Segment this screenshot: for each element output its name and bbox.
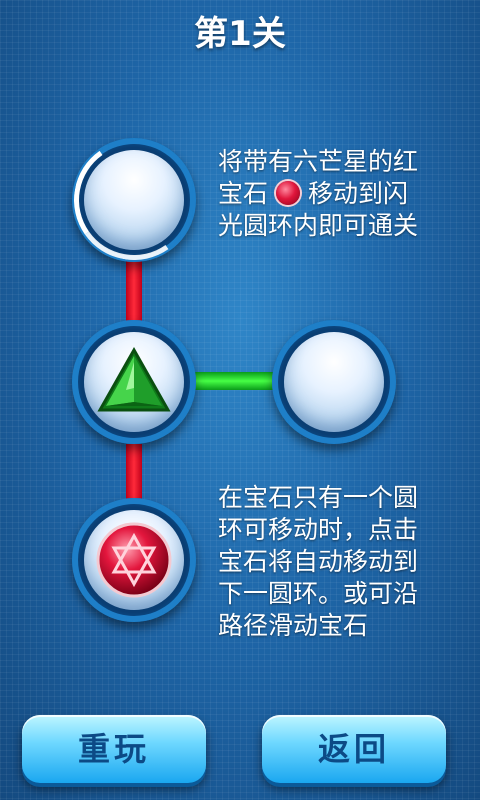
ring-node-right[interactable] — [272, 320, 396, 444]
instruction-hint: 在宝石只有一个圆环可移动时，点击宝石将自动移动到下一圆环。或可沿路径滑动宝石 — [218, 483, 419, 640]
goal-hint: 将带有六芒星的红宝石 移动到闪光圆环内即可通关 — [218, 146, 418, 242]
path-middle-right — [192, 372, 282, 390]
target-ring-node[interactable] — [64, 130, 204, 270]
background-pattern — [0, 0, 480, 800]
replay-button[interactable]: 重玩 — [22, 715, 206, 783]
level-title: 第1关 — [194, 14, 286, 54]
node-sphere — [284, 332, 384, 432]
ring-node-middle[interactable] — [72, 320, 196, 444]
path-middle-bottom — [126, 444, 142, 506]
ruby-icon — [276, 181, 301, 205]
red-hexagram-ruby[interactable] — [84, 510, 184, 610]
green-triangle-gem[interactable] — [84, 332, 184, 432]
path-top-middle — [126, 258, 142, 328]
back-button[interactable]: 返回 — [262, 715, 446, 783]
ring-node-bottom[interactable] — [72, 498, 196, 622]
